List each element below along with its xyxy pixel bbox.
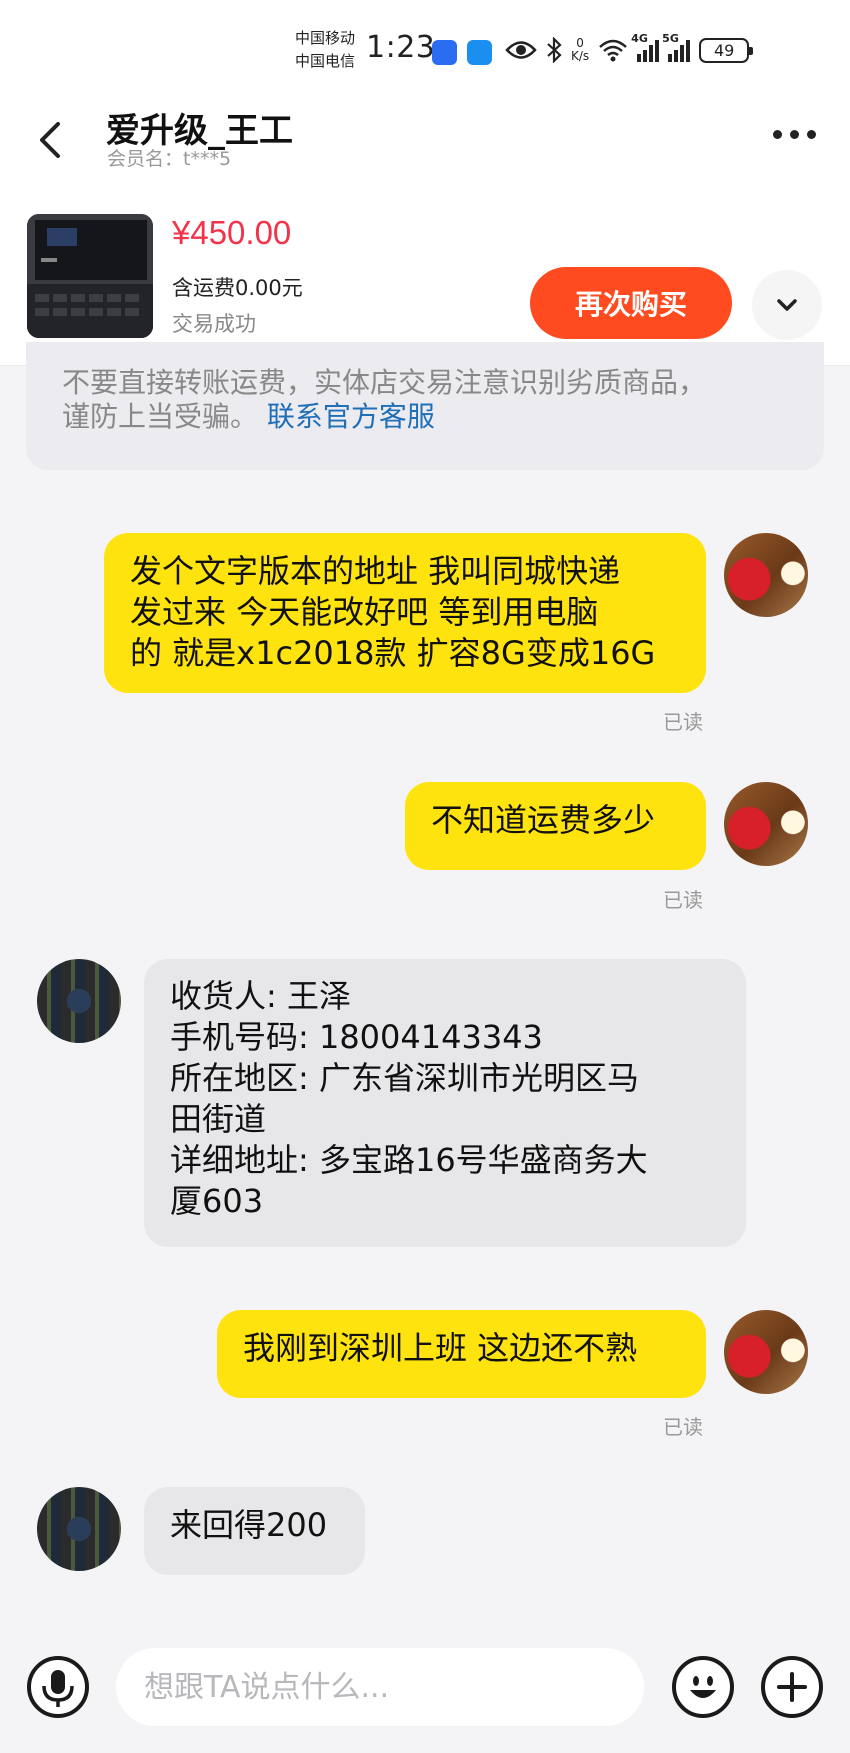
order-status: 交易成功 [172, 312, 256, 336]
expand-button[interactable] [752, 270, 822, 340]
chat-header: 爱升级_王工 会员名：t***5 [0, 96, 850, 200]
status-bar: 中国移动 中国电信 1:23 0 K/s 4G 5G 49 [0, 0, 850, 96]
bluetooth-icon [547, 37, 562, 63]
notice-text-1: 不要直接转账运费，实体店交易注意识别劣质商品， [62, 366, 707, 399]
signal-2-icon: 5G [662, 32, 691, 62]
net-speed: 0 K/s [571, 36, 590, 63]
clock: 1:23 [366, 30, 436, 65]
avatar[interactable] [724, 533, 808, 617]
emoji-icon [690, 1676, 716, 1698]
message-bubble[interactable]: 收货人: 王泽 手机号码: 18004143343 所在地区: 广东省深圳市光明… [144, 959, 746, 1247]
product-thumbnail[interactable] [27, 214, 153, 338]
emoji-button[interactable] [672, 1656, 734, 1718]
input-bar [0, 1622, 850, 1753]
voice-button[interactable] [27, 1656, 89, 1718]
more-button[interactable] [762, 114, 826, 154]
more-dot-icon [789, 129, 799, 139]
carrier-labels: 中国移动 中国电信 [295, 27, 355, 73]
carrier-2: 中国电信 [295, 52, 356, 70]
read-status: 已读 [663, 1415, 703, 1439]
chevron-left-icon [40, 122, 60, 158]
safety-notice: 不要直接转账运费，实体店交易注意识别劣质商品， 谨防上当受骗。 联系官方客服 [26, 342, 824, 470]
message-input[interactable] [116, 1648, 644, 1726]
eye-icon [505, 41, 537, 59]
read-status: 已读 [663, 888, 703, 912]
avatar[interactable] [37, 959, 121, 1043]
microphone-icon [42, 1670, 74, 1707]
status-icons: 0 K/s 4G 5G 49 [505, 30, 754, 70]
message-bubble[interactable]: 不知道运费多少 [405, 782, 706, 870]
chevron-down-icon [777, 299, 797, 311]
carrier-1: 中国移动 [295, 29, 356, 47]
avatar[interactable] [724, 782, 808, 866]
back-button[interactable] [28, 114, 80, 166]
read-status: 已读 [663, 710, 703, 734]
avatar[interactable] [724, 1310, 808, 1394]
more-dot-icon [772, 129, 782, 139]
member-name: 会员名：t***5 [107, 148, 232, 170]
app-notification-icon [432, 40, 457, 65]
wifi-icon [599, 39, 628, 62]
battery-icon: 49 [699, 37, 754, 63]
message-bubble[interactable]: 我刚到深圳上班 这边还不熟 [217, 1310, 706, 1398]
message-bubble[interactable]: 来回得200 [144, 1487, 365, 1575]
notice-text-2: 谨防上当受骗。 [62, 400, 259, 433]
shipping-fee: 含运费0.00元 [172, 276, 303, 300]
message-notification-icon [467, 40, 492, 65]
laptop-image-icon [27, 214, 153, 338]
message-bubble[interactable]: 发个文字版本的地址 我叫同城快递 发过来 今天能改好吧 等到用电脑 的 就是x1… [104, 533, 706, 693]
contact-support-link[interactable]: 联系官方客服 [267, 400, 435, 433]
product-price: ¥450.00 [172, 214, 292, 251]
signal-1-icon: 4G [631, 32, 660, 62]
plus-icon [777, 1672, 807, 1702]
buy-again-button[interactable]: 再次购买 [530, 267, 732, 339]
more-dot-icon [806, 129, 816, 139]
avatar[interactable] [37, 1487, 121, 1571]
more-actions-button[interactable] [761, 1656, 823, 1718]
